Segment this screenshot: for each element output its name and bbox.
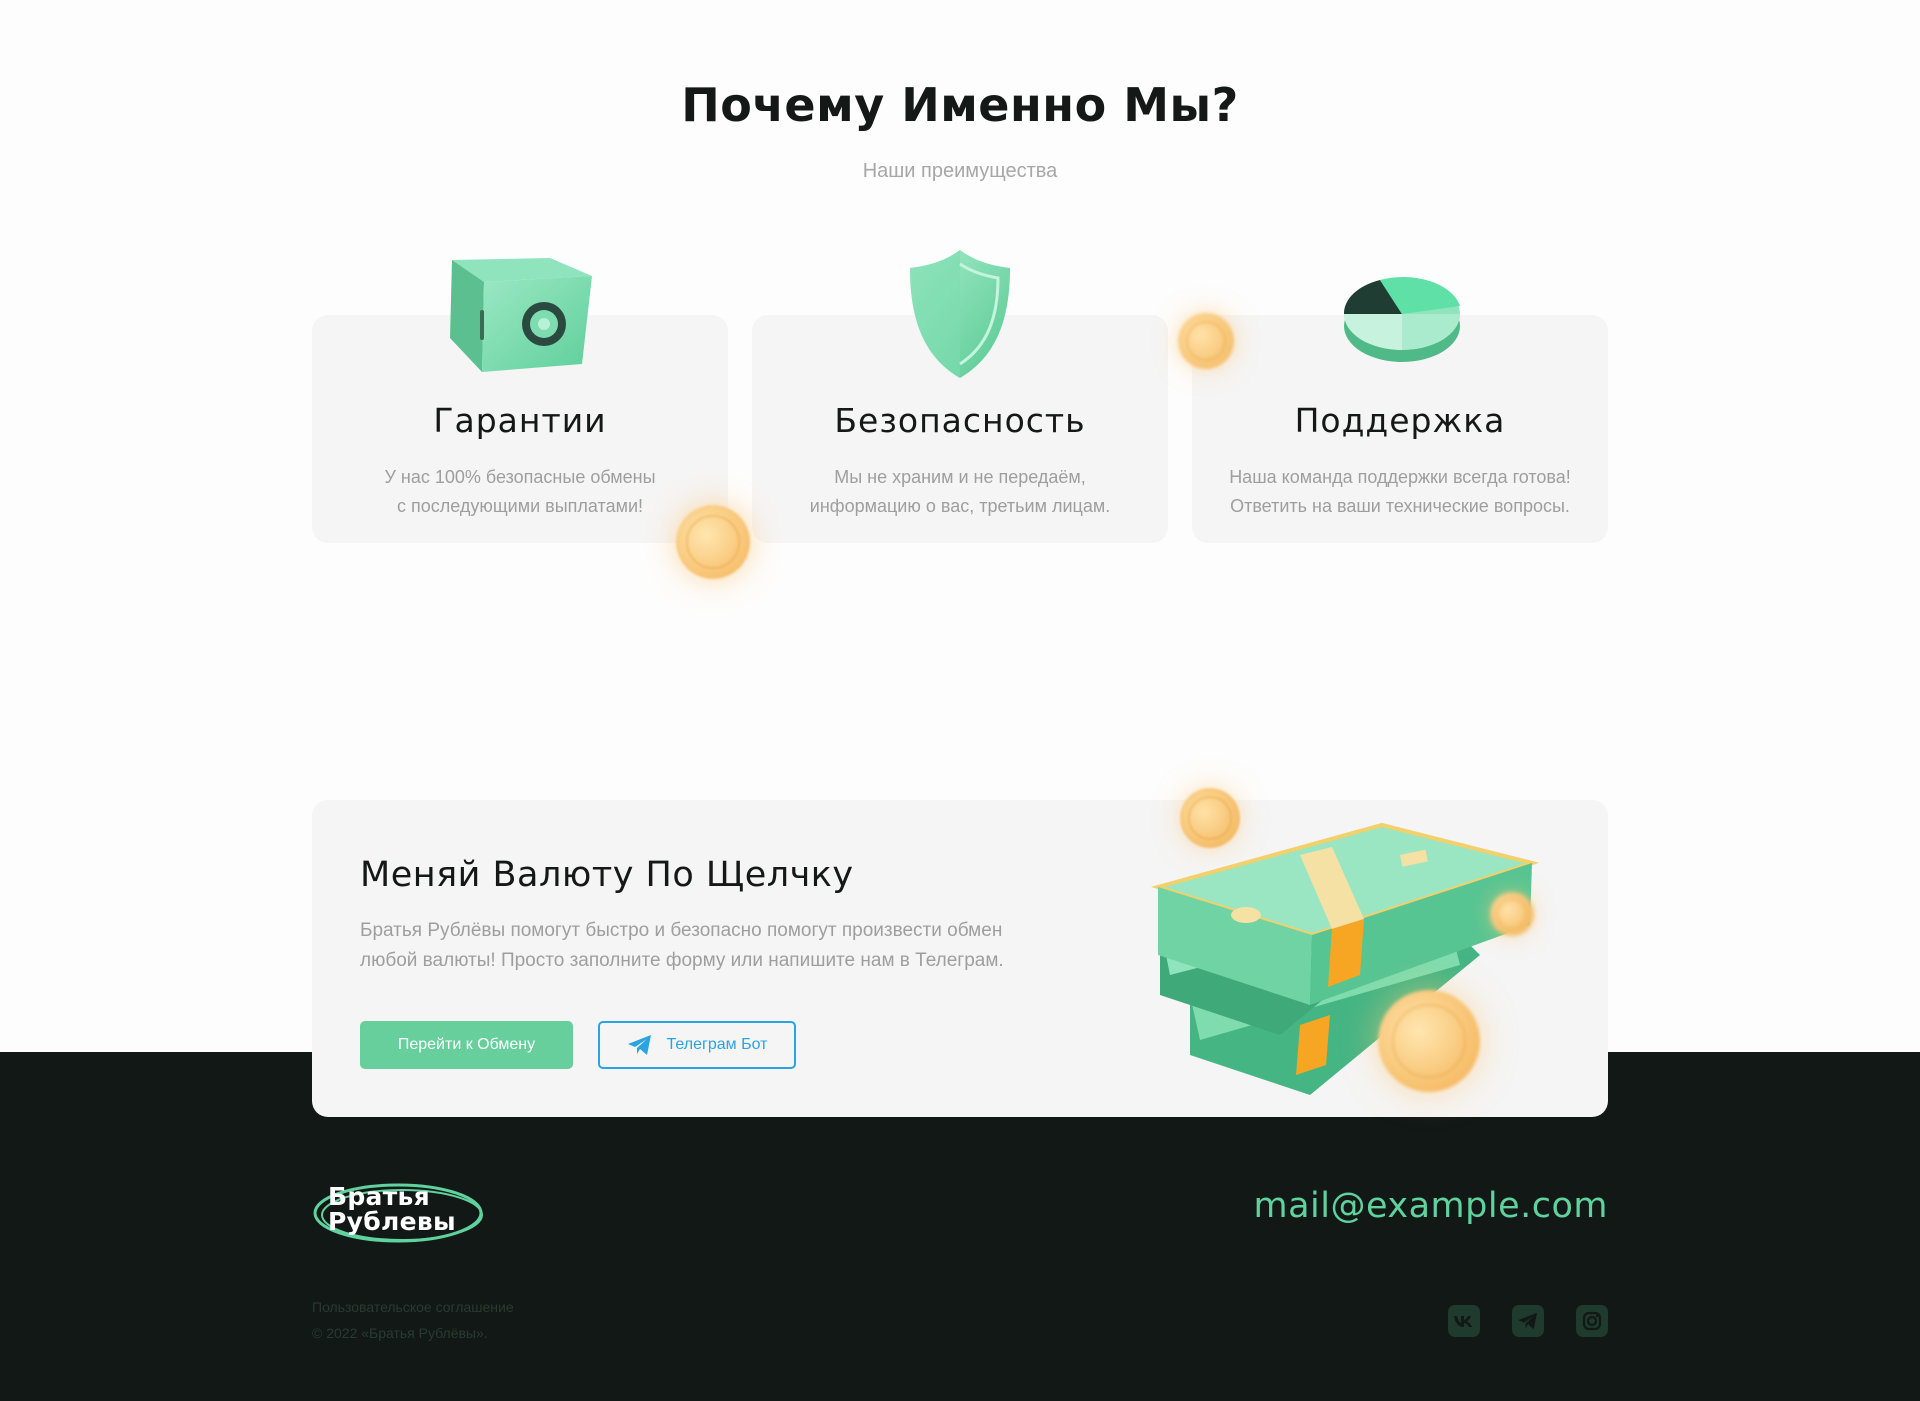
coin-icon <box>1178 313 1234 369</box>
vk-icon[interactable] <box>1448 1305 1480 1337</box>
telegram-icon[interactable] <box>1512 1305 1544 1337</box>
copyright: © 2022 «Братья Рублёвы». <box>312 1325 488 1341</box>
banner-text: Братья Рублёвы помогут быстро и безопасн… <box>360 920 1004 971</box>
money-stack-icon <box>1150 822 1540 1095</box>
feature-card-title: Поддержка <box>1294 401 1506 440</box>
telegram-icon <box>627 1035 651 1055</box>
coin-icon <box>676 505 750 579</box>
pie-chart-icon <box>1343 277 1460 362</box>
coin-icon <box>1490 892 1534 936</box>
feature-card-text: Наша команда поддержки всегда готова! От… <box>1229 467 1571 516</box>
go-to-exchange-button[interactable]: Перейти к Обмену <box>360 1021 573 1069</box>
coin-icon <box>1180 788 1240 848</box>
feature-card-title: Гарантии <box>433 401 607 440</box>
telegram-bot-button[interactable]: Телеграм Бот <box>598 1021 796 1069</box>
section-title: Почему Именно Мы? <box>681 78 1239 132</box>
feature-card-title: Безопасность <box>834 401 1086 440</box>
logo-text: Братья Рублевы <box>328 1182 456 1236</box>
banner-title: Меняй Валюту По Щелчку <box>360 855 854 895</box>
contact-email-link[interactable]: mail@example.com <box>1253 1186 1608 1226</box>
feature-card-text: У нас 100% безопасные обмены с последующ… <box>384 467 656 516</box>
instagram-icon[interactable] <box>1576 1305 1608 1337</box>
social-links <box>1448 1305 1608 1337</box>
coin-icon <box>1378 990 1480 1092</box>
shield-icon <box>910 250 1010 378</box>
logo[interactable]: Братья Рублевы <box>312 1180 484 1246</box>
footer-legal: Пользовательское соглашение © 2022 «Брат… <box>312 1294 514 1346</box>
section-subtitle: Наши преимущества <box>862 160 1058 182</box>
safe-icon <box>450 258 592 372</box>
user-agreement-link[interactable]: Пользовательское соглашение <box>312 1294 514 1320</box>
telegram-bot-label: Телеграм Бот <box>666 1036 768 1053</box>
feature-card-text: Мы не храним и не передаём, информацию о… <box>809 467 1111 516</box>
